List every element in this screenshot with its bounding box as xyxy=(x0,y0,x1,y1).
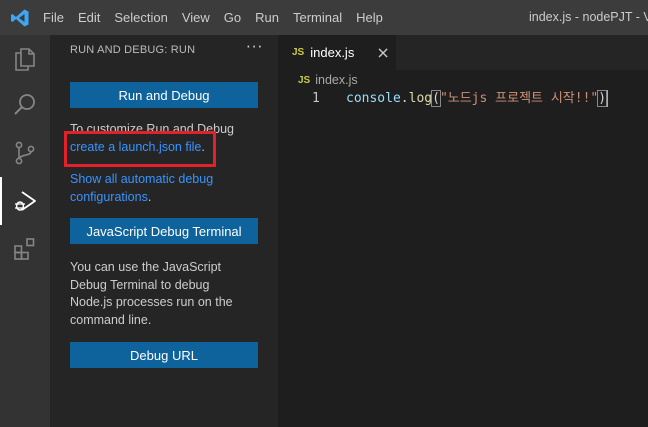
menu-selection[interactable]: Selection xyxy=(107,0,174,35)
search-icon xyxy=(14,94,35,115)
activity-extensions[interactable] xyxy=(0,225,50,273)
tab-index-js[interactable]: JS index.js × xyxy=(278,35,396,70)
explorer-icon xyxy=(15,48,35,71)
menu-file[interactable]: File xyxy=(36,0,71,35)
activity-source-control[interactable] xyxy=(0,129,50,177)
menu-help[interactable]: Help xyxy=(349,0,390,35)
close-icon[interactable]: × xyxy=(376,43,389,62)
editor-tabs: JS index.js × xyxy=(278,35,648,70)
token-close-paren: ) xyxy=(597,90,608,107)
javascript-debug-terminal-button[interactable]: JavaScript Debug Terminal xyxy=(70,218,258,244)
code-text[interactable]: console.log("노드js 프로젝트 시작!!") xyxy=(346,89,609,109)
highlight-annotation xyxy=(64,131,216,167)
info-line: Debug Terminal to debug xyxy=(70,277,210,292)
show-all-configurations-link-cont[interactable]: configurations xyxy=(70,190,148,204)
menu-terminal[interactable]: Terminal xyxy=(286,0,349,35)
info-line: command line. xyxy=(70,312,152,327)
token-open-paren: ( xyxy=(431,90,441,107)
token-string: "노드js 프로젝트 시작!!" xyxy=(439,91,599,106)
run-and-debug-button[interactable]: Run and Debug xyxy=(70,82,258,108)
window-title: index.js - nodePJT - Vis xyxy=(529,10,648,24)
menu-view[interactable]: View xyxy=(175,0,217,35)
menu-edit[interactable]: Edit xyxy=(71,0,107,35)
tab-label: index.js xyxy=(310,45,355,60)
debug-terminal-info: You can use the JavaScript Debug Termina… xyxy=(70,259,260,329)
sidebar-title: RUN AND DEBUG: RUN xyxy=(70,44,196,56)
token-object: console xyxy=(346,91,401,106)
activity-bar xyxy=(0,35,50,427)
show-all-suffix: . xyxy=(147,189,152,204)
more-actions-icon[interactable]: ··· xyxy=(246,38,263,56)
vscode-logo-icon xyxy=(11,9,29,26)
activity-run-debug[interactable] xyxy=(0,177,50,225)
show-all-configurations-link[interactable]: Show all automatic debug xyxy=(70,171,260,189)
token-method: log xyxy=(408,91,433,106)
token-dot: . xyxy=(400,91,409,106)
debug-url-button[interactable]: Debug URL xyxy=(70,342,258,368)
breadcrumb-file[interactable]: index.js xyxy=(315,73,357,87)
info-line: Node.js processes run on the xyxy=(70,295,233,309)
run-debug-sidebar: RUN AND DEBUG: RUN ··· Run and Debug To … xyxy=(50,35,278,427)
code-line[interactable]: 1 console.log("노드js 프로젝트 시작!!") xyxy=(278,89,648,109)
js-file-icon: JS xyxy=(298,74,311,86)
title-bar: File Edit Selection View Go Run Terminal… xyxy=(0,0,648,35)
line-number: 1 xyxy=(312,91,320,106)
source-control-icon xyxy=(15,141,35,165)
run-debug-icon xyxy=(15,191,36,211)
show-all-configurations-block: Show all automatic debug configurations. xyxy=(70,171,260,206)
editor-area: JS index.js × JS index.js 1 console.log(… xyxy=(278,35,648,427)
extensions-icon xyxy=(14,238,35,260)
js-file-icon: JS xyxy=(292,47,305,58)
info-line: You can use the JavaScript xyxy=(70,260,222,274)
menu-go[interactable]: Go xyxy=(217,0,248,35)
activity-explorer[interactable] xyxy=(0,35,50,83)
activity-search[interactable] xyxy=(0,81,50,129)
text-cursor xyxy=(606,90,609,107)
breadcrumb[interactable]: JS index.js xyxy=(298,71,358,89)
menu-run[interactable]: Run xyxy=(248,0,286,35)
